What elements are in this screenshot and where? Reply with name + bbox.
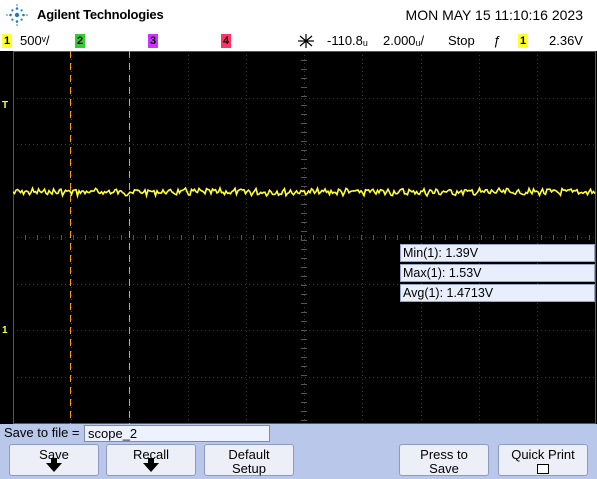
waveform-display[interactable]: Min(1): 1.39V Max(1): 1.53V Avg(1): 1.47… [13,51,596,424]
measurement-max: Max(1): 1.53V [400,264,595,282]
channel-1-trace [13,185,596,199]
trigger-position-icon [298,34,314,48]
down-arrow-icon [143,458,159,472]
channel-1-badge[interactable]: 1 [2,34,12,48]
save-file-label: Save to file = [4,425,80,440]
trigger-marker: T [2,100,9,111]
timebase-value: 2.000ᵤ/ [383,33,425,48]
marker-strip: T 1 [0,51,13,424]
trigger-source-badge: 1 [518,34,528,48]
channel-4-badge[interactable]: 4 [221,34,231,48]
quick-print-label: Quick Print [511,447,575,462]
trigger-level-value: 2.36V [549,33,583,48]
trigger-edge-icon: ƒ [493,33,501,48]
trigger-position-value: -110.8ᵤ [327,33,368,48]
status-bar: 1 500ᵛ/ 2 3 4 -110.8ᵤ 2.000ᵤ/ Stop ƒ 1 2… [0,32,597,51]
measurement-avg: Avg(1): 1.4713V [400,284,595,302]
channel-1-ground-marker: 1 [2,325,8,336]
softkey-bar: Save Recall Default Setup Press to Save … [0,442,597,479]
channel-1-scale: 500ᵛ/ [20,33,50,48]
press-to-save-label-2: Save [429,461,459,476]
title-bar: Agilent Technologies MON MAY 15 11:10:16… [0,0,597,32]
save-button[interactable]: Save [9,444,99,476]
channel-3-badge[interactable]: 3 [148,34,158,48]
filename-field[interactable]: scope_2 [84,425,270,442]
down-arrow-icon [46,458,62,472]
run-state: Stop [448,33,475,48]
default-setup-label-2: Setup [232,461,266,476]
brand-name: Agilent Technologies [37,7,164,22]
recall-button[interactable]: Recall [106,444,196,476]
channel-2-badge[interactable]: 2 [75,34,85,48]
checkbox-icon [537,464,549,474]
press-to-save-button[interactable]: Press to Save [399,444,489,476]
agilent-spark-logo-icon [6,4,28,26]
default-setup-button[interactable]: Default Setup [204,444,294,476]
press-to-save-label-1: Press to [420,447,468,462]
measurement-min: Min(1): 1.39V [400,244,595,262]
channel-1-waveform [13,185,596,199]
default-setup-label-1: Default [228,447,270,462]
date-time: MON MAY 15 11:10:16 2023 [405,7,583,23]
quick-print-button[interactable]: Quick Print [498,444,588,476]
save-file-bar: Save to file = scope_2 [0,424,597,442]
